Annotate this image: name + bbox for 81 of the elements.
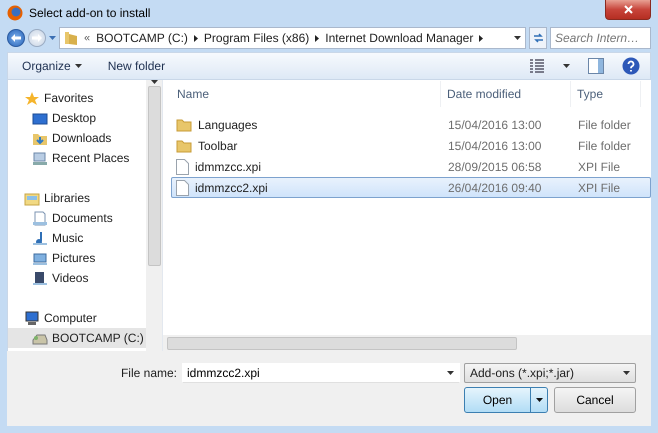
forward-arrow-icon xyxy=(32,34,42,42)
sidebar-item[interactable]: Music xyxy=(8,228,146,248)
type-cell-text: File folder xyxy=(577,118,632,132)
film-icon xyxy=(32,270,48,286)
column-header[interactable]: Date modified xyxy=(441,81,571,107)
computer-icon xyxy=(32,150,48,166)
window-title: Select add-on to install xyxy=(29,6,150,20)
column-header[interactable]: Name xyxy=(171,81,441,107)
breadcrumb-segment[interactable]: BOOTCAMP (C:) xyxy=(96,31,188,45)
sidebar-item[interactable]: Downloads xyxy=(8,128,146,148)
search-field[interactable]: Search Intern… xyxy=(550,27,651,49)
star-icon xyxy=(24,90,40,106)
date-cell-text: 26/04/2016 09:40 xyxy=(447,180,542,194)
monitor-icon xyxy=(32,110,48,126)
date-cell-text: 15/04/2016 13:00 xyxy=(447,118,542,132)
type-cell-text: XPI File xyxy=(577,180,622,194)
folder-icon xyxy=(64,30,78,46)
picture-icon xyxy=(32,250,48,266)
file-name: idmmzcc.xpi xyxy=(195,160,262,174)
open-button[interactable]: Open xyxy=(464,387,548,413)
close-button[interactable] xyxy=(605,0,651,20)
cancel-button[interactable]: Cancel xyxy=(554,387,636,413)
new-folder-button[interactable]: New folder xyxy=(104,57,170,75)
organize-button[interactable]: Organize xyxy=(18,57,86,75)
document-icon xyxy=(32,210,48,226)
file-name: Toolbar xyxy=(198,138,238,152)
sidebar-item[interactable]: BOOTCAMP (C:) xyxy=(8,328,146,348)
refresh-button[interactable] xyxy=(529,27,547,49)
back-button[interactable] xyxy=(7,29,25,47)
overflow-mark: « xyxy=(84,32,90,44)
close-icon xyxy=(624,5,632,14)
sidebar-item[interactable]: Desktop xyxy=(8,108,146,128)
breadcrumb-segment[interactable]: Program Files (x86) xyxy=(204,31,310,45)
folder-icon xyxy=(176,138,192,152)
sidebar-item[interactable]: Documents xyxy=(8,208,146,228)
refresh-icon xyxy=(532,33,544,43)
caret-icon xyxy=(447,371,454,375)
chevron-icon xyxy=(315,34,320,42)
horizontal-scrollbar[interactable] xyxy=(163,335,651,351)
library-icon xyxy=(24,190,40,206)
view-list-icon[interactable] xyxy=(529,59,545,73)
file-row[interactable]: Toolbar 15/04/2016 13:00 File folder xyxy=(171,135,651,156)
sidebar-item[interactable]: Recent Places xyxy=(8,148,146,168)
file-icon xyxy=(176,180,189,196)
caret-icon xyxy=(623,371,630,375)
folder-icon xyxy=(176,118,192,132)
dropdown-caret-icon xyxy=(514,36,521,40)
address-bar[interactable]: « BOOTCAMP (C:) Program Files (x86) Internet Download Manager xyxy=(59,27,526,49)
chevron-icon xyxy=(479,34,484,42)
file-row[interactable]: idmmzcc.xpi 28/09/2015 06:58 XPI File xyxy=(171,156,651,177)
sidebar-heading[interactable]: Computer xyxy=(8,308,146,328)
split-caret-icon xyxy=(536,398,542,402)
back-arrow-icon xyxy=(11,34,21,42)
type-cell-text: XPI File xyxy=(577,160,622,174)
file-row[interactable]: idmmzcc2.xpi 26/04/2016 09:40 XPI File xyxy=(171,177,651,198)
date-cell-text: 28/09/2015 06:58 xyxy=(447,160,542,174)
file-name: idmmzcc2.xpi xyxy=(195,180,268,194)
file-row[interactable]: Languages 15/04/2016 13:00 File folder xyxy=(171,114,651,135)
file-type-dropdown[interactable]: Add-ons (*.xpi;*.jar) xyxy=(464,363,636,383)
file-icon xyxy=(176,158,189,174)
browser-logo-icon xyxy=(7,5,23,21)
vertical-scrollbar[interactable] xyxy=(146,80,162,351)
breadcrumb-segment[interactable]: Internet Download Manager xyxy=(325,31,474,45)
help-icon[interactable] xyxy=(622,57,640,75)
sidebar-heading[interactable]: Libraries xyxy=(8,188,146,208)
preview-pane-icon[interactable] xyxy=(588,58,604,74)
view-caret-icon xyxy=(563,64,570,68)
sidebar-heading[interactable]: Favorites xyxy=(8,88,146,108)
type-cell-text: File folder xyxy=(577,138,632,152)
chevron-icon xyxy=(194,34,198,42)
file-name-label: File name: xyxy=(120,366,177,380)
music-note-icon xyxy=(32,230,48,246)
computer-icon xyxy=(24,310,40,326)
caret-icon xyxy=(74,64,82,68)
sidebar-item[interactable]: Pictures xyxy=(8,248,146,268)
history-caret-icon xyxy=(49,36,56,40)
file-name-field[interactable]: idmmzcc2.xpi xyxy=(182,363,460,383)
date-cell-text: 15/04/2016 13:00 xyxy=(447,138,542,152)
sidebar-item[interactable]: Videos xyxy=(8,268,146,288)
file-name: Languages xyxy=(198,118,258,132)
column-header[interactable]: Type xyxy=(571,81,641,107)
